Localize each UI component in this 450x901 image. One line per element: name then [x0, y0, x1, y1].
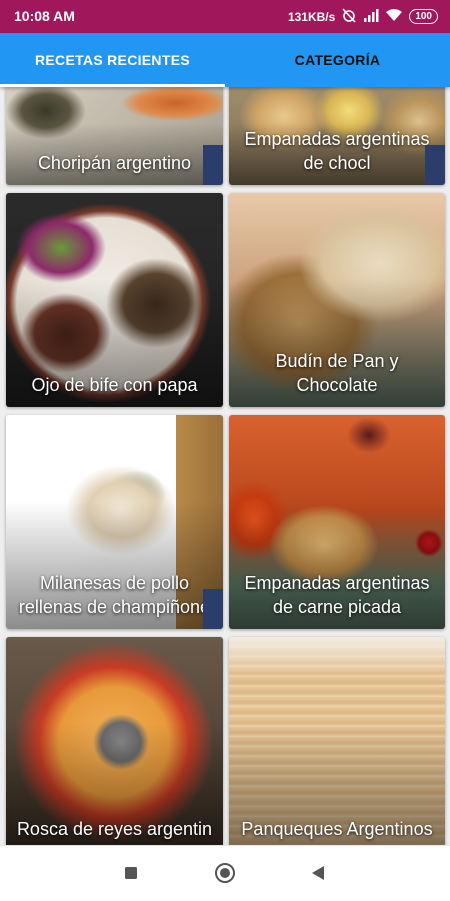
recipe-title: Panqueques Argentinos — [241, 819, 433, 839]
recipe-title: Empanadas argentinas de chocl — [244, 129, 430, 173]
recipe-card[interactable]: Panqueques Argentinos — [229, 637, 445, 845]
status-bar: 10:08 AM 131KB/s 100 — [0, 0, 450, 33]
recipe-badge — [425, 145, 445, 185]
tab-categoria[interactable]: CATEGORÍA — [225, 33, 450, 87]
recipe-card[interactable]: Empanadas argentinas de carne picada — [229, 415, 445, 629]
recipe-title: Rosca de reyes argentin — [16, 819, 213, 839]
recipe-card[interactable]: Empanadas argentinas de chocl — [229, 87, 445, 185]
recipe-badge — [203, 145, 223, 185]
network-speed: 131KB/s — [287, 9, 336, 24]
tab-bar: RECETAS RECIENTES CATEGORÍA — [0, 33, 450, 87]
recipe-card[interactable]: Milanesas de pollo rellenas de champiñon… — [6, 415, 223, 629]
battery-icon: 100 — [409, 9, 438, 24]
back-triangle-icon[interactable] — [305, 860, 331, 886]
recipe-title: Ojo de bife con papa — [31, 375, 198, 395]
status-time: 10:08 AM — [14, 8, 75, 24]
recipe-title: Choripán argentino — [37, 153, 192, 173]
alarm-off-icon — [341, 7, 357, 26]
recipe-card[interactable]: Ojo de bife con papa — [6, 193, 223, 407]
recipe-card[interactable]: Choripán argentino — [6, 87, 223, 185]
recipe-title: Milanesas de pollo rellenas de champiñon… — [18, 573, 211, 617]
recipe-badge — [203, 589, 223, 629]
tab-recetas-recientes[interactable]: RECETAS RECIENTES — [0, 33, 225, 87]
status-icons: 131KB/s 100 — [288, 7, 438, 26]
home-circle-icon[interactable] — [212, 860, 238, 886]
system-nav-bar — [0, 845, 450, 901]
signal-icon — [363, 8, 379, 25]
recipe-card[interactable]: Rosca de reyes argentin — [6, 637, 223, 845]
recents-square-icon[interactable] — [118, 860, 144, 886]
wifi-icon — [385, 8, 403, 25]
recipe-title: Budín de Pan y Chocolate — [275, 351, 399, 395]
recipe-card[interactable]: Budín de Pan y Chocolate — [229, 193, 445, 407]
recipe-grid: Choripán argentino Empanadas argentinas … — [0, 87, 450, 845]
recipe-title: Empanadas argentinas de carne picada — [244, 573, 430, 617]
tab-indicator — [0, 84, 225, 87]
